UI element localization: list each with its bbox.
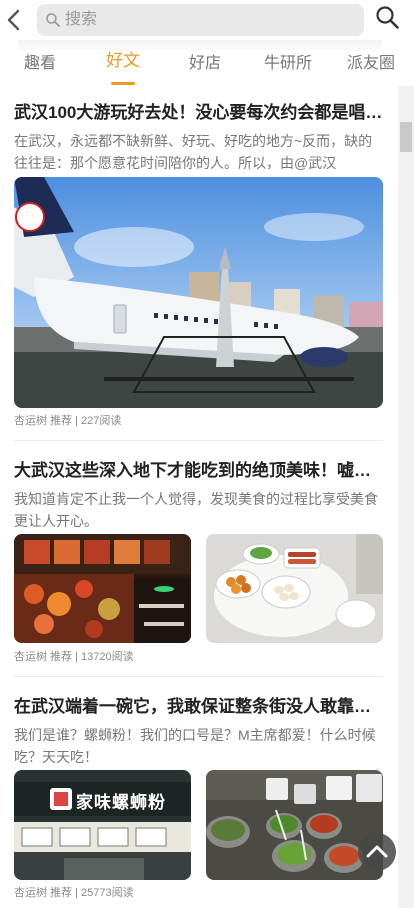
top-bar: 搜索 <box>0 0 414 44</box>
article-summary: 我知道肯定不止我一个人觉得，发现美食的过程比享受美食更让人开心。 <box>14 491 378 529</box>
search-button[interactable] <box>374 4 402 32</box>
back-to-top-button[interactable] <box>358 833 396 871</box>
divider <box>14 440 383 441</box>
airplane-photo <box>14 177 383 408</box>
article-title[interactable]: 武汉100大游玩好去处！没心要每次约会都是唱… <box>14 102 383 124</box>
article-card[interactable]: 大武汉这些深入地下才能吃到的绝顶美味！嘘… 我知道肯定不止我一个人觉得，发现美食… <box>14 460 383 680</box>
banner-edge <box>18 40 382 50</box>
search-icon <box>46 13 60 27</box>
article-summary: 我们是谁？螺蛳粉！我们的口号是？M主席都爱！什么时候吃？天天吃！ <box>14 727 376 765</box>
shopfront-photo <box>14 770 191 880</box>
article-meta: 杏运树 推荐 | 13720阅读 <box>14 651 134 663</box>
tab-niuyansuo[interactable]: 牛研所 <box>264 53 312 75</box>
article-cover-image[interactable] <box>14 177 383 408</box>
article-thumb-food[interactable] <box>206 534 383 643</box>
article-meta: 杏运树 推荐 | 25773阅读 <box>14 887 134 899</box>
chevron-up-icon <box>366 845 388 858</box>
search-placeholder: 搜索 <box>65 11 98 28</box>
article-thumb-condiments[interactable] <box>206 770 383 880</box>
food-plate-photo <box>206 534 383 643</box>
search-icon <box>376 6 399 29</box>
divider <box>14 676 383 677</box>
condiments-photo <box>206 770 383 880</box>
article-meta: 杏运树 推荐 | 227阅读 <box>14 415 122 427</box>
article-card[interactable]: 在武汉端着一碗它，我敢保证整条街没人敢靠… 我们是谁？螺蛳粉！我们的口号是？M主… <box>14 696 383 906</box>
article-title[interactable]: 在武汉端着一碗它，我敢保证整条街没人敢靠… <box>14 696 383 718</box>
article-thumb-restaurant[interactable] <box>14 534 191 643</box>
tab-haodian[interactable]: 好店 <box>189 53 221 75</box>
back-button[interactable] <box>4 6 24 34</box>
tab-qukan[interactable]: 趣看 <box>24 53 56 75</box>
restaurant-photo <box>14 534 191 643</box>
article-summary: 在武汉，永远都不缺新鲜、好玩、好吃的地方~反而，缺的往往是：那个愿意花时间陪你的… <box>14 133 373 171</box>
article-title[interactable]: 大武汉这些深入地下才能吃到的绝顶美味！嘘… <box>14 460 383 482</box>
active-tab-indicator <box>111 82 135 85</box>
shop-sign: 家味螺蛳粉 <box>76 793 166 812</box>
tab-bar: 趣看 好文 好店 牛研所 派友圈 <box>0 50 414 86</box>
tab-paiyouquan[interactable]: 派友圈 <box>347 53 395 75</box>
article-thumb-shopfront[interactable]: 家味螺蛳粉 <box>14 770 191 880</box>
chevron-left-icon <box>7 9 20 31</box>
scrollbar-track[interactable] <box>398 86 414 908</box>
scrollbar-thumb[interactable] <box>400 122 412 152</box>
article-card[interactable]: 武汉100大游玩好去处！没心要每次约会都是唱… 在武汉，永远都不缺新鲜、好玩、好… <box>14 102 383 442</box>
search-input[interactable]: 搜索 <box>37 4 364 36</box>
tab-haowen[interactable]: 好文 <box>106 50 140 72</box>
